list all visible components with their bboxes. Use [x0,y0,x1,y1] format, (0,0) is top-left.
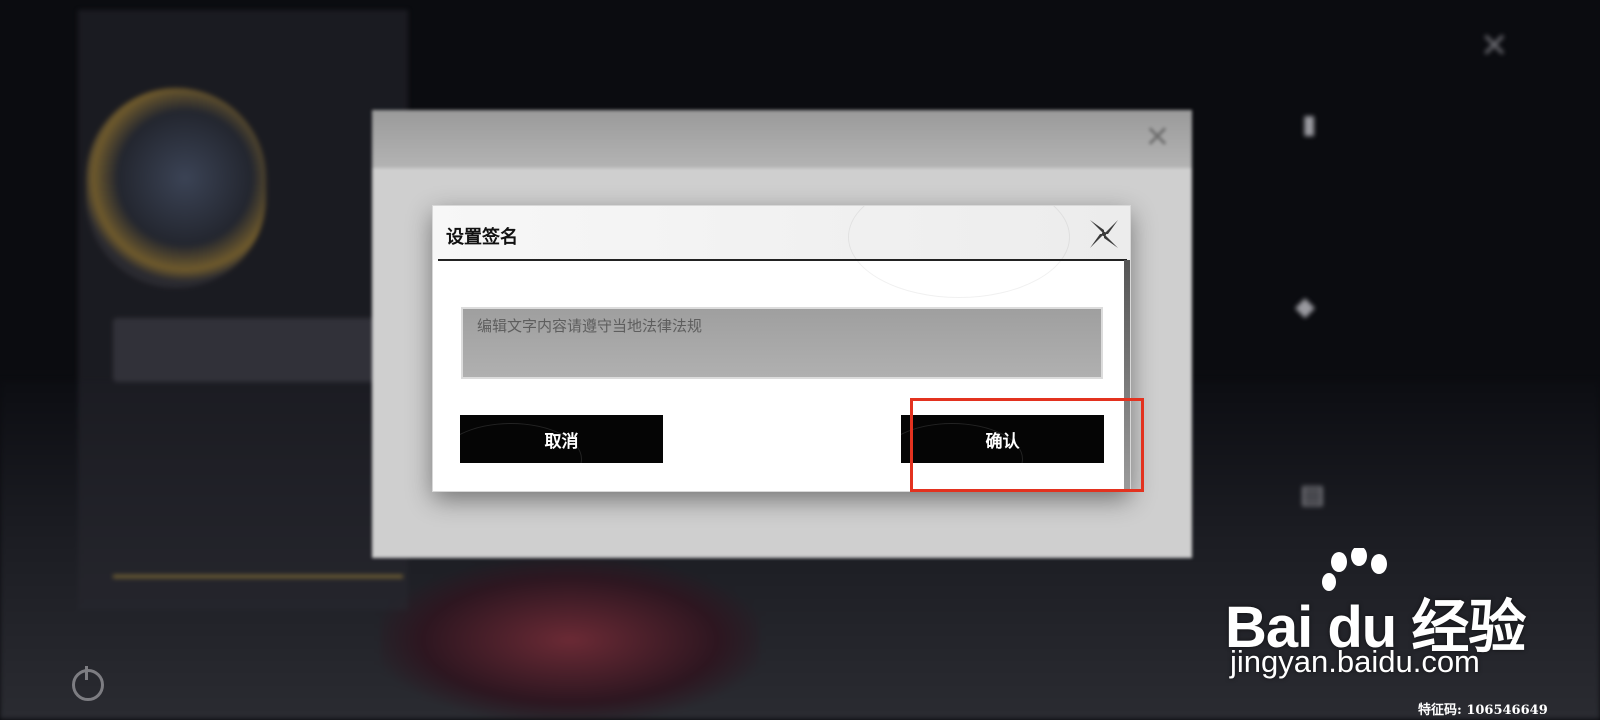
background-menu-icon: ▮ [1302,110,1317,140]
dialog-header: 设置签名 [433,206,1130,298]
signature-input-placeholder: 编辑文字内容请遵守当地法律法规 [477,317,703,335]
confirm-highlight-box [910,398,1144,492]
background-progress-line [113,575,403,578]
background-signature-box [113,318,383,382]
feature-code: 特征码: 106546649 [1418,703,1548,718]
cancel-button-label: 取消 [544,431,579,452]
background-shop-icon: ▤ [1300,480,1325,510]
background-badge-icon: ◆ [1295,292,1315,322]
header-decoration [848,206,1070,298]
background-character-glow [380,560,760,720]
background-portrait [86,88,266,288]
cancel-button[interactable]: 取消 [460,415,663,463]
background-profile-panel [78,10,408,610]
background-close-icon: ✕ [1480,26,1509,66]
signature-input[interactable]: 编辑文字内容请遵守当地法律法规 [461,307,1103,379]
baidu-watermark: Bai du 经验 jingyan.baidu.com [1225,548,1595,688]
dialog-title: 设置签名 [446,227,518,248]
header-divider [438,259,1127,261]
baidu-url: jingyan.baidu.com [1230,644,1480,679]
background-dialog-close-icon: ✕ [1144,120,1170,155]
power-icon [72,666,104,701]
close-icon[interactable] [1084,214,1124,254]
